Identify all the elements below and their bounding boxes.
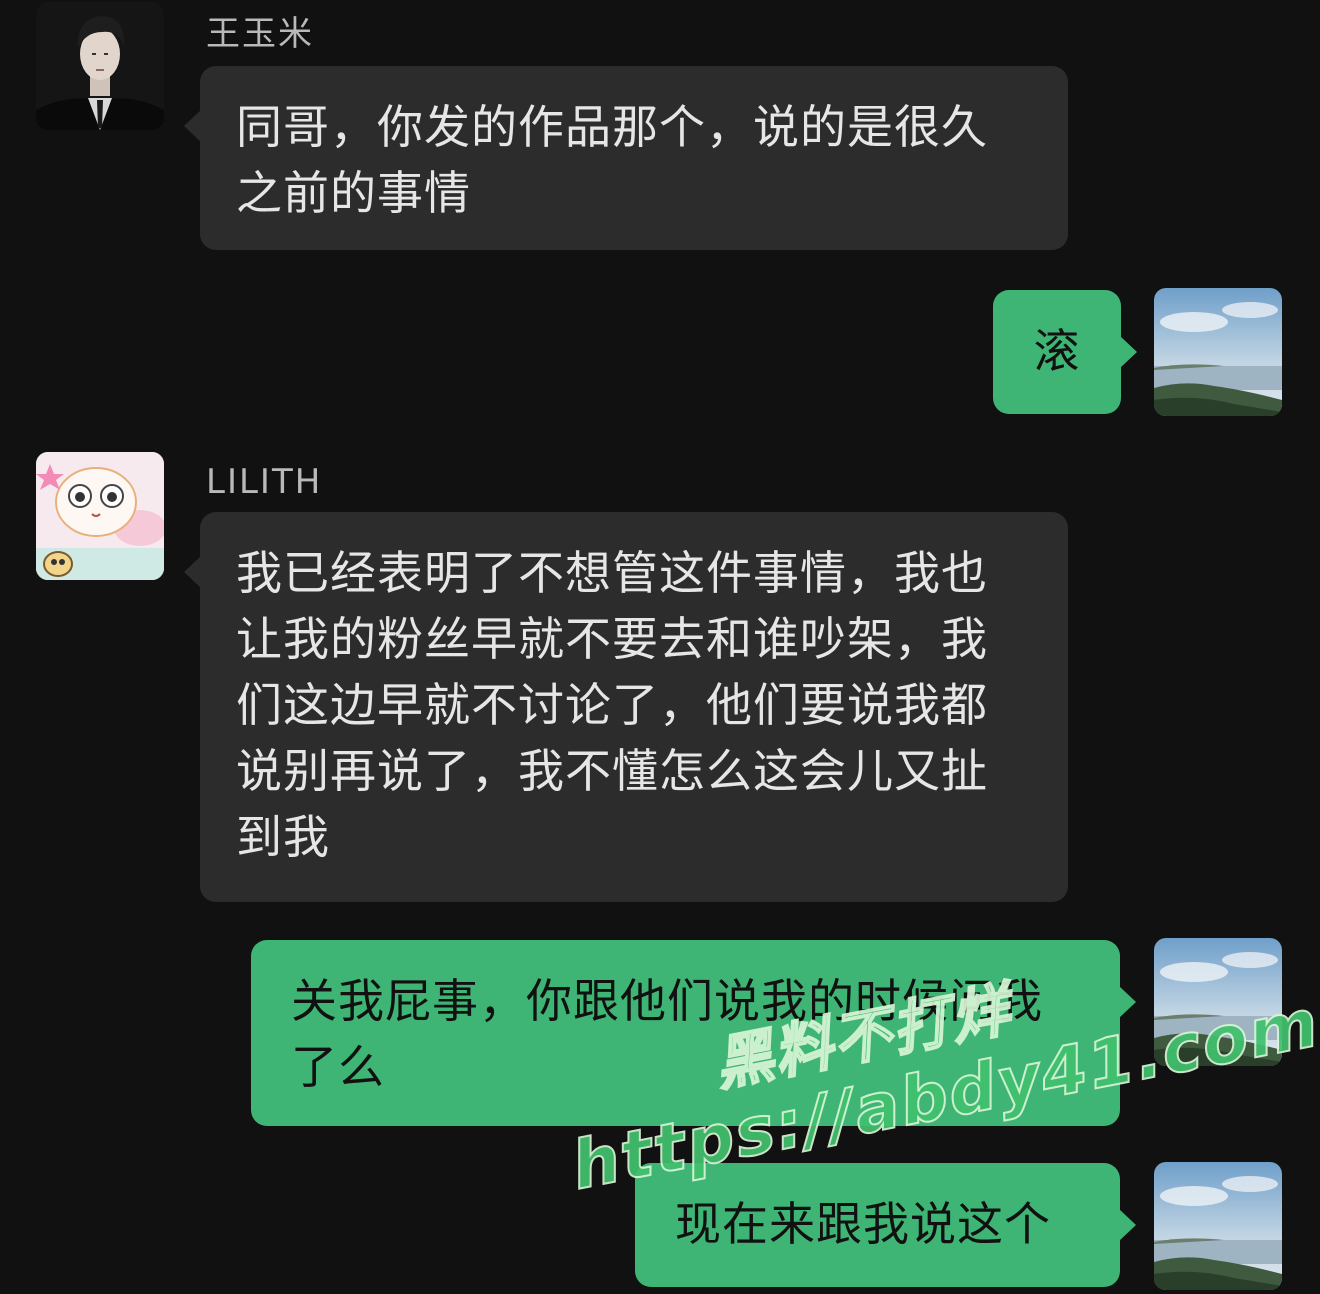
message-text: 关我屁事，你跟他们说我的时候问我了么 [291, 974, 1043, 1094]
message-bubble-outgoing[interactable]: 滚 [993, 290, 1137, 414]
lake-landscape-avatar[interactable] [1154, 288, 1282, 416]
lake-landscape-avatar[interactable] [1154, 938, 1282, 1066]
message-bubble-incoming[interactable]: 同哥，你发的作品那个，说的是很久之前的事情 [184, 66, 1068, 250]
sender-name: 王玉米 [206, 14, 314, 54]
cartoon-cat-avatar[interactable] [36, 452, 164, 580]
sender-name: LILITH [206, 462, 323, 502]
message-text: 滚 [1033, 324, 1081, 378]
message-bubble-outgoing[interactable]: 现在来跟我说这个 [635, 1163, 1136, 1287]
message-text: 现在来跟我说这个 [675, 1197, 1051, 1251]
message-bubble-incoming[interactable]: 我已经表明了不想管这件事情，我也让我的粉丝早就不要去和谁吵架，我们这边早就不讨论… [184, 512, 1068, 902]
man-in-suit-avatar[interactable] [36, 2, 164, 130]
message-text: 我已经表明了不想管这件事情，我也让我的粉丝早就不要去和谁吵架，我们这边早就不讨论… [236, 546, 988, 864]
message-bubble-outgoing[interactable]: 关我屁事，你跟他们说我的时候问我了么 [251, 940, 1136, 1126]
message-text: 同哥，你发的作品那个，说的是很久之前的事情 [236, 100, 988, 220]
lake-landscape-avatar[interactable] [1154, 1162, 1282, 1290]
